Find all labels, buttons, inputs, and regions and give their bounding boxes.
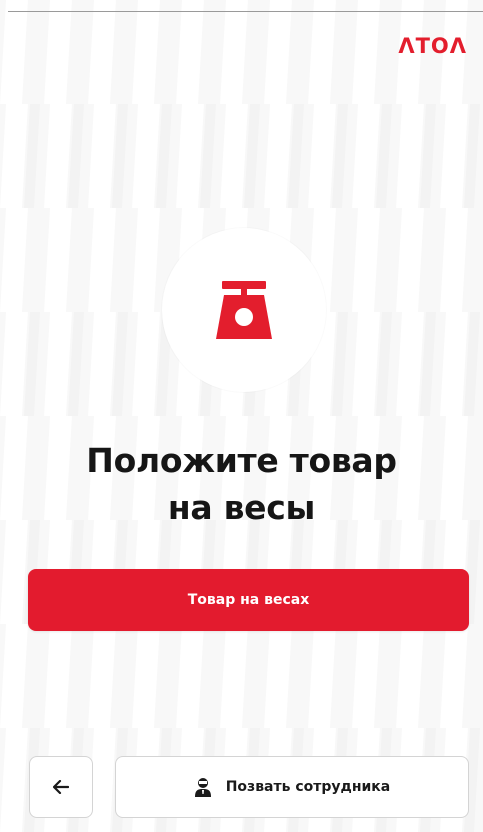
- call-staff-button[interactable]: Позвать сотрудника: [115, 756, 469, 818]
- title-line-1: Положите товар: [86, 441, 397, 480]
- call-staff-label: Позвать сотрудника: [225, 779, 391, 795]
- atol-logo: ΛTOΛ: [398, 33, 467, 59]
- background-stripe-pattern: [0, 0, 483, 832]
- item-on-scale-button[interactable]: Товар на весах: [28, 569, 469, 631]
- staff-person-icon: [194, 777, 212, 797]
- arrow-left-icon: [53, 780, 69, 794]
- page-title: Положите товар на весы: [0, 437, 483, 531]
- top-divider: [8, 11, 483, 12]
- scale-illustration: [162, 228, 326, 392]
- logo-text: ΛTOΛ: [398, 34, 467, 58]
- title-line-2: на весы: [167, 488, 316, 527]
- scale-icon: [214, 281, 274, 339]
- back-button[interactable]: [29, 756, 93, 818]
- item-on-scale-button-label: Товар на весах: [187, 592, 310, 608]
